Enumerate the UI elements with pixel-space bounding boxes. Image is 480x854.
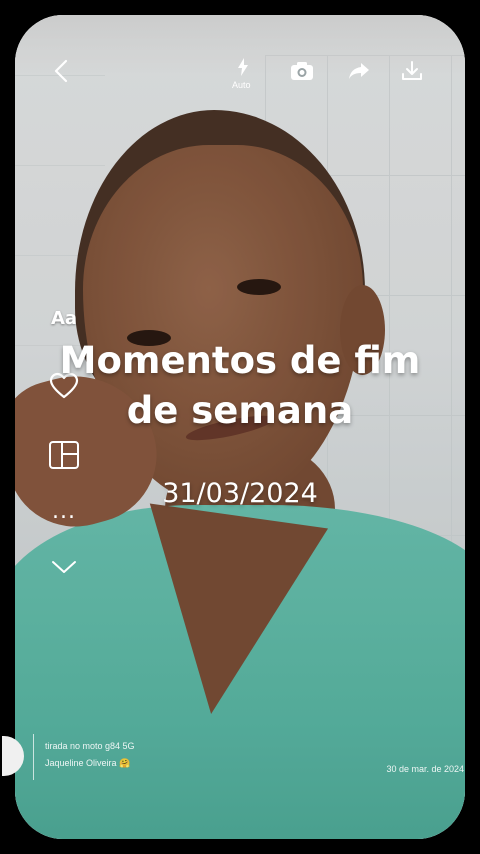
expand-button[interactable]	[44, 554, 84, 580]
flash-mode-label: Auto	[232, 80, 251, 90]
story-date[interactable]: 31/03/2024	[40, 478, 440, 509]
download-icon	[402, 61, 422, 80]
text-tool-button[interactable]: Aa	[44, 303, 84, 333]
device-info: tirada no moto g84 5G	[45, 741, 135, 751]
photo-date: 30 de mar. de 2024	[386, 764, 464, 774]
story-screen: Auto Aa ... Momentos de fim de semana 31…	[0, 0, 480, 854]
download-button[interactable]	[400, 60, 424, 82]
info-divider	[33, 734, 34, 780]
camera-icon	[291, 62, 313, 80]
layout-grid-icon	[49, 441, 79, 469]
share-icon	[349, 63, 369, 79]
flash-button[interactable]	[233, 56, 253, 78]
flash-icon	[238, 58, 248, 76]
chevron-down-icon	[52, 561, 76, 573]
author-name: Jaqueline Oliveira 🤗	[45, 758, 131, 768]
camera-button[interactable]	[289, 60, 315, 82]
text-tool-label: Aa	[50, 307, 78, 329]
share-button[interactable]	[347, 60, 371, 82]
story-title[interactable]: Momentos de fim de semana	[40, 336, 440, 436]
chevron-left-icon	[54, 59, 68, 83]
back-button[interactable]	[48, 58, 74, 84]
layout-button[interactable]	[44, 439, 84, 471]
top-toolbar	[0, 48, 480, 98]
